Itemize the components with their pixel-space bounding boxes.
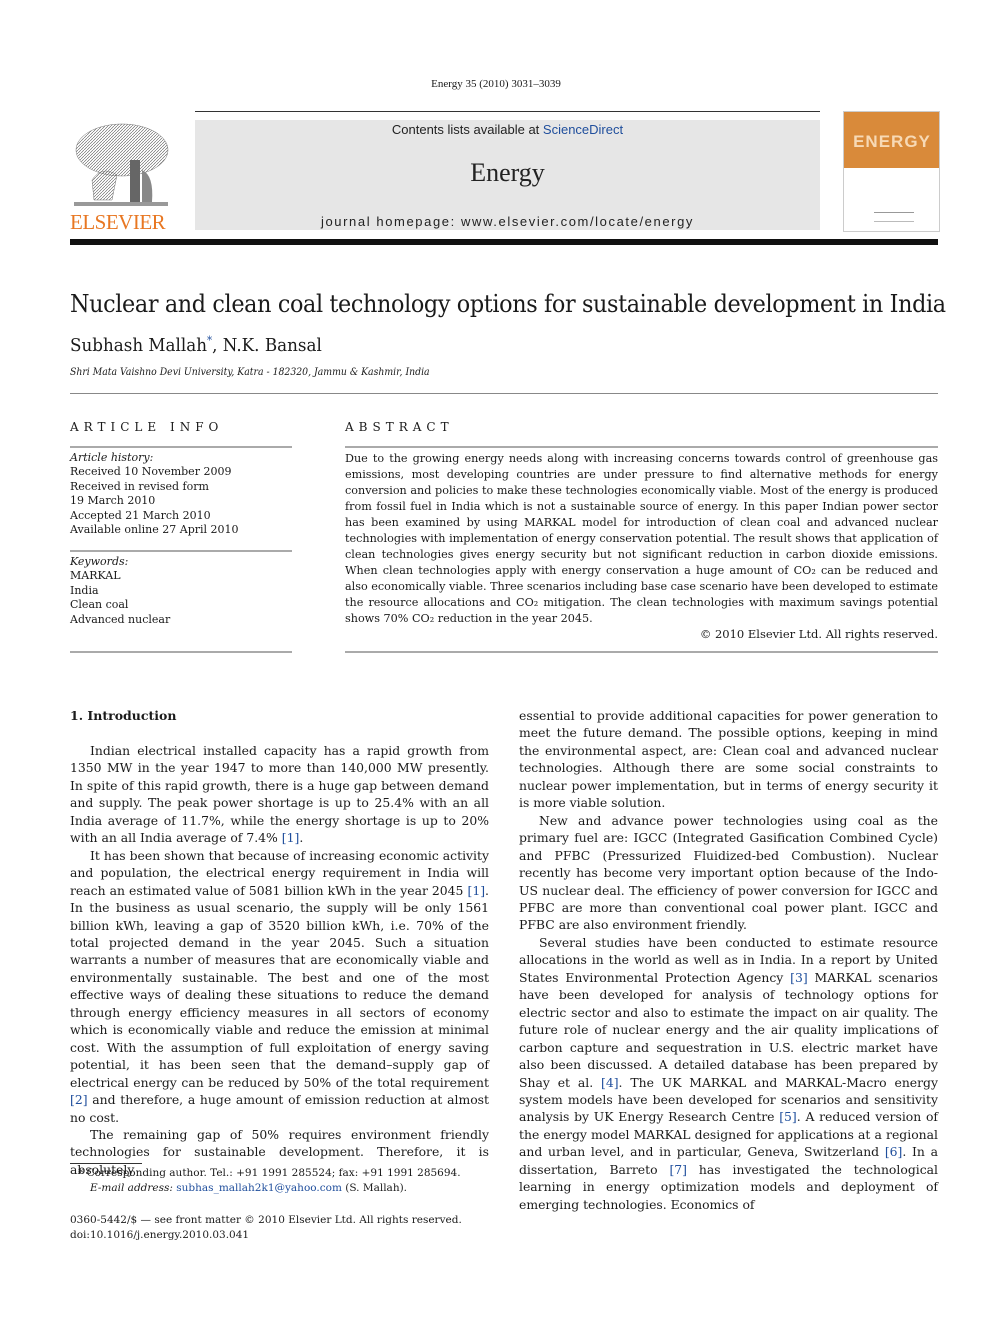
cover-sciencedirect-mark xyxy=(874,212,914,222)
paragraph: Several studies have been conducted to e… xyxy=(519,934,938,1213)
elsevier-tree-icon xyxy=(74,123,169,206)
abstract-copyright: © 2010 Elsevier Ltd. All rights reserved… xyxy=(699,627,938,641)
citation-link[interactable]: [1] xyxy=(467,883,485,898)
paragraph: essential to provide additional capaciti… xyxy=(519,708,938,811)
publisher-wordmark: ELSEVIER xyxy=(70,210,166,234)
paragraph: New and advance power technologies using… xyxy=(519,812,938,933)
text: and therefore, a huge amount of emission… xyxy=(70,1092,489,1125)
keywords: Keywords: MARKAL India Clean coal Advanc… xyxy=(70,555,292,627)
divider xyxy=(70,651,292,653)
section-heading-introduction: 1. Introduction xyxy=(70,708,177,723)
citation-link[interactable]: [6] xyxy=(885,1144,903,1159)
divider xyxy=(70,393,938,394)
citation-link[interactable]: [7] xyxy=(669,1162,687,1177)
abstract-text: Due to the growing energy needs along wi… xyxy=(345,452,938,577)
keyword: Clean coal xyxy=(70,598,129,612)
body-column-left: Indian electrical installed capacity has… xyxy=(70,742,489,1178)
keywords-label: Keywords: xyxy=(70,555,129,568)
journal-homepage-link[interactable]: journal homepage: www.elsevier.com/locat… xyxy=(195,214,820,229)
keyword: India xyxy=(70,583,99,597)
text: . In the business as usual scenario, the… xyxy=(70,882,489,1090)
cover-title: ENERGY xyxy=(853,132,931,151)
corresponding-author-note: Corresponding author. Tel.: +91 1991 285… xyxy=(83,1167,461,1179)
article-title: Nuclear and clean coal technology option… xyxy=(70,290,946,318)
co2-term: CO₂ xyxy=(411,612,435,625)
author-secondary[interactable]: , N.K. Bansal xyxy=(212,335,322,356)
paragraph: Indian electrical installed capacity has… xyxy=(70,742,489,847)
text: It has been shown that because of increa… xyxy=(70,847,489,898)
email-link[interactable]: subhas_mallah2k1@yahoo.com xyxy=(176,1182,342,1194)
divider xyxy=(345,651,938,653)
journal-cover-thumbnail[interactable]: ENERGY xyxy=(843,111,940,232)
history-item: Received 10 November 2009 xyxy=(70,465,232,479)
footnote: * Corresponding author. Tel.: +91 1991 2… xyxy=(78,1166,461,1196)
co2-term: CO₂ xyxy=(516,596,539,609)
front-matter: 0360-5442/$ — see front matter © 2010 El… xyxy=(70,1213,462,1243)
footnote-rule xyxy=(70,1163,142,1164)
citation-link[interactable]: [1] xyxy=(282,830,300,845)
masthead-rule xyxy=(70,239,938,245)
abstract-text: reduction in the year 2045. xyxy=(434,612,593,625)
abstract-heading: ABSTRACT xyxy=(345,420,454,434)
citation-link[interactable]: [5] xyxy=(779,1109,797,1124)
history-label: Article history: xyxy=(70,451,154,464)
email-suffix: (S. Mallah). xyxy=(341,1182,408,1194)
author-list: Subhash Mallah*, N.K. Bansal xyxy=(70,334,322,356)
abstract-body: Due to the growing energy needs along wi… xyxy=(345,451,938,627)
affiliation: Shri Mata Vaishno Devi University, Katra… xyxy=(70,367,430,378)
divider xyxy=(345,446,938,448)
email-label: E-mail address: xyxy=(90,1182,177,1194)
history-item: Available online 27 April 2010 xyxy=(70,523,239,537)
journal-name: Energy xyxy=(470,158,545,187)
text: . xyxy=(299,830,304,846)
body-column-right: essential to provide additional capaciti… xyxy=(519,707,938,1213)
paragraph: It has been shown that because of increa… xyxy=(70,847,489,1126)
keyword: MARKAL xyxy=(70,569,121,583)
header-rule xyxy=(195,111,820,112)
history-item: 19 March 2010 xyxy=(70,494,156,508)
article-history: Article history: Received 10 November 20… xyxy=(70,451,292,537)
keyword: Advanced nuclear xyxy=(70,612,171,626)
co2-term: CO₂ xyxy=(793,564,816,577)
journal-banner: Contents lists available at ScienceDirec… xyxy=(195,120,820,230)
article-info-heading: ARTICLE INFO xyxy=(70,420,224,434)
doi-link[interactable]: doi:10.1016/j.energy.2010.03.041 xyxy=(70,1228,462,1243)
issn-line: 0360-5442/$ — see front matter © 2010 El… xyxy=(70,1214,462,1226)
elsevier-logo[interactable]: ELSEVIER xyxy=(70,120,180,234)
citation-link[interactable]: [2] xyxy=(70,1092,88,1107)
contents-line: Contents lists available at ScienceDirec… xyxy=(195,122,820,137)
sciencedirect-link[interactable]: ScienceDirect xyxy=(543,122,623,137)
history-item: Received in revised form xyxy=(70,479,209,493)
citation-link[interactable]: [4] xyxy=(601,1075,619,1090)
citation-link[interactable]: [3] xyxy=(790,970,808,985)
contents-prefix: Contents lists available at xyxy=(391,122,543,137)
text: Indian electrical installed capacity has… xyxy=(70,743,489,846)
author-primary[interactable]: Subhash Mallah xyxy=(70,335,207,356)
divider xyxy=(70,550,292,552)
history-item: Accepted 21 March 2010 xyxy=(70,508,211,522)
running-head: Energy 35 (2010) 3031–3039 xyxy=(431,78,561,90)
text: MARKAL scenarios have been developed for… xyxy=(519,969,938,1090)
divider xyxy=(70,446,292,448)
